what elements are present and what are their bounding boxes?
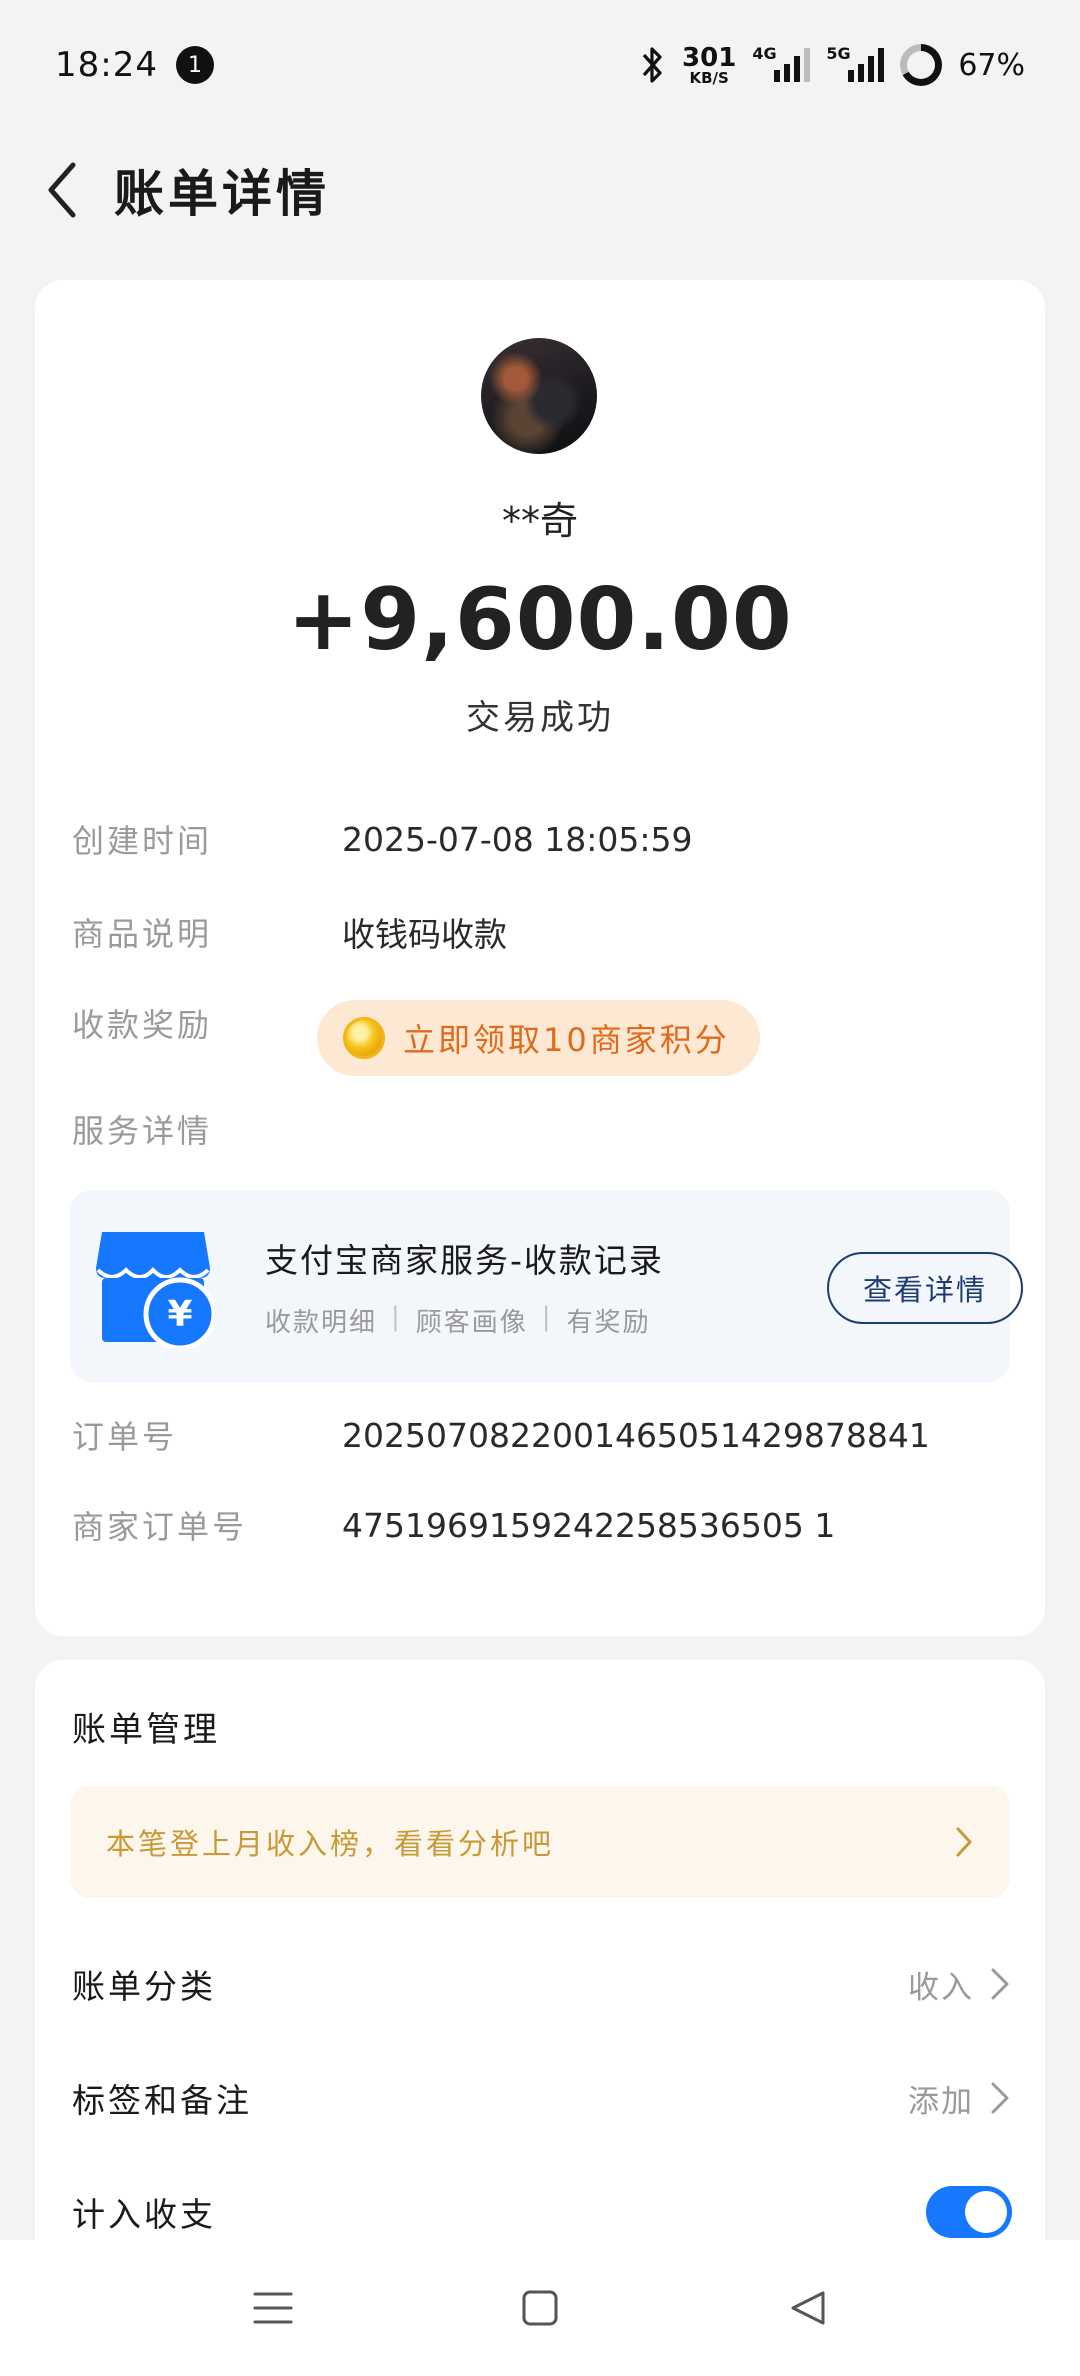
status-bar: 18:24 1 301 KB/S 4G 5G 67% — [0, 0, 1080, 130]
shop-icon: ¥ — [96, 1232, 214, 1348]
merchant-order-label: 商家订单号 — [72, 1508, 248, 1546]
signal-5g-icon: 5G — [826, 44, 885, 82]
system-nav-bar — [0, 2240, 1080, 2376]
created-time-value: 2025-07-08 18:05:59 — [342, 819, 693, 859]
svg-text:¥: ¥ — [167, 1294, 192, 1335]
notification-badge: 1 — [175, 46, 214, 84]
service-title: 支付宝商家服务-收款记录 — [265, 1241, 664, 1280]
service-tags: 收款明细 | 顾客画像 | 有奖励 — [265, 1302, 651, 1339]
description-row: 商品说明 收钱码收款 — [72, 908, 1012, 956]
count-in-balance-label: 计入收支 — [72, 2195, 216, 2234]
payer-name: **奇 — [501, 499, 578, 543]
divider: | — [541, 1302, 553, 1332]
triangle-back-icon — [791, 2291, 825, 2325]
merchant-service-panel[interactable]: ¥ 支付宝商家服务-收款记录 收款明细 | 顾客画像 | 有奖励 查看详情 — [70, 1190, 1023, 1382]
order-number-row: 订单号 2025070822001465051429878841 — [72, 1412, 1012, 1458]
transaction-amount: +9,600.00 — [287, 570, 793, 670]
service-tag: 顾客画像 — [415, 1308, 528, 1338]
merchant-order-row: 商家订单号 4751969159242258536505 1 — [72, 1502, 1012, 1548]
chevron-right-icon — [956, 1827, 972, 1857]
order-number-label: 订单号 — [72, 1418, 178, 1456]
chevron-left-icon — [48, 162, 76, 218]
bill-category-label: 账单分类 — [72, 1967, 216, 2006]
battery-icon — [900, 44, 943, 86]
square-icon — [522, 2290, 558, 2326]
income-rank-banner[interactable]: 本笔登上月收入榜，看看分析吧 — [70, 1786, 1010, 1898]
back-nav-button[interactable] — [767, 2268, 847, 2348]
created-time-label: 创建时间 — [72, 822, 213, 860]
status-time: 18:24 — [55, 45, 158, 85]
transaction-status: 交易成功 — [466, 698, 614, 738]
created-time-row: 创建时间 2025-07-08 18:05:59 — [72, 816, 1012, 862]
net-speed-unit: KB/S — [689, 68, 729, 87]
signal-4g-label: 4G — [752, 44, 777, 63]
service-tag: 有奖励 — [566, 1308, 651, 1338]
description-label: 商品说明 — [72, 915, 213, 953]
view-details-button[interactable]: 查看详情 — [827, 1252, 1023, 1324]
battery-level: 67% — [958, 47, 1025, 83]
reward-label: 收款奖励 — [72, 1006, 213, 1044]
page-title: 账单详情 — [114, 165, 330, 223]
home-button[interactable] — [500, 2268, 580, 2348]
status-icons: 301 KB/S 4G 5G 67% — [640, 44, 1025, 86]
transaction-card: **奇 +9,600.00 交易成功 创建时间 2025-07-08 18:05… — [35, 280, 1045, 1636]
net-speed-value: 301 — [682, 42, 737, 73]
service-tag: 收款明细 — [265, 1308, 378, 1338]
divider: | — [391, 1302, 402, 1332]
service-label: 服务详情 — [72, 1112, 213, 1150]
section-title: 账单管理 — [72, 1710, 220, 1750]
merchant-order-value[interactable]: 4751969159242258536505 1 — [342, 1506, 835, 1545]
tags-notes-label: 标签和备注 — [72, 2081, 252, 2120]
income-rank-text: 本笔登上月收入榜，看看分析吧 — [106, 1827, 555, 1861]
back-button[interactable] — [32, 160, 92, 220]
order-number-value[interactable]: 2025070822001465051429878841 — [342, 1416, 930, 1455]
claim-points-button[interactable]: 立即领取10商家积分 — [317, 1000, 760, 1076]
avatar[interactable] — [481, 338, 597, 454]
bill-category-value: 收入 — [908, 1969, 974, 2006]
count-in-balance-toggle[interactable] — [926, 2186, 1012, 2238]
coin-icon — [343, 1017, 385, 1059]
tags-notes-value: 添加 — [908, 2083, 974, 2120]
page-header: 账单详情 — [0, 140, 1080, 240]
net-speed: 301 KB/S — [682, 45, 736, 86]
signal-5g-label: 5G — [826, 44, 851, 63]
description-value: 收钱码收款 — [342, 915, 507, 954]
service-row: 服务详情 — [72, 1106, 1012, 1152]
chevron-right-icon — [991, 1968, 1009, 2000]
bluetooth-icon — [642, 47, 662, 83]
chevron-right-icon — [991, 2082, 1009, 2114]
menu-icon — [253, 2292, 293, 2324]
claim-points-label: 立即领取10商家积分 — [403, 1021, 730, 1059]
menu-button[interactable] — [233, 2268, 313, 2348]
bill-category-row[interactable]: 账单分类 收入 — [72, 1944, 1012, 2024]
tags-notes-row[interactable]: 标签和备注 添加 — [72, 2058, 1012, 2138]
signal-4g-icon: 4G — [752, 44, 811, 82]
